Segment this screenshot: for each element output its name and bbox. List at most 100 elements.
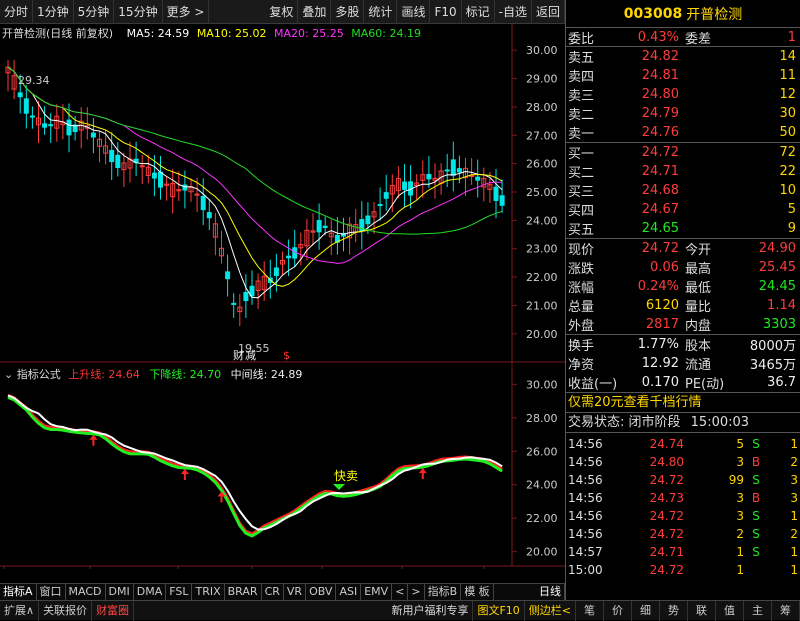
tick-row: 14:56 24.80 3 B 2 bbox=[566, 453, 800, 471]
candle-body bbox=[48, 124, 54, 127]
status-link[interactable]: 关联报价 bbox=[39, 600, 93, 621]
chart-tool-button[interactable]: 统计 bbox=[364, 0, 398, 24]
tick-price: 24.72 bbox=[649, 527, 684, 541]
tick-count: 1 bbox=[790, 545, 798, 559]
stat-value: 25.45 bbox=[758, 260, 796, 275]
kline-chart[interactable]: 30.00 29.00 28.00 27.00 26.00 25.00 24.00 23.00… bbox=[0, 24, 565, 583]
indicator-tab[interactable]: 指标B bbox=[425, 584, 462, 600]
indicator-tab[interactable]: 指标A bbox=[0, 584, 37, 600]
indicator-tab[interactable]: FSL bbox=[166, 584, 193, 600]
tick-price: 24.72 bbox=[649, 509, 684, 523]
ask-price: 24.82 bbox=[641, 49, 679, 64]
price-tick-label: 25.00 bbox=[526, 186, 558, 199]
tick-side: S bbox=[752, 545, 760, 559]
tick-volume: 3 bbox=[736, 509, 744, 523]
indicator-name[interactable]: 指标公式 bbox=[17, 368, 61, 381]
indicator-tab[interactable]: MACD bbox=[66, 584, 106, 600]
chart-tool-button[interactable]: 复权 bbox=[265, 0, 299, 24]
chart-tool-button[interactable]: 叠加 bbox=[298, 0, 332, 24]
indicator-tab[interactable]: 模 板 bbox=[461, 584, 494, 600]
indicator-tab[interactable]: CR bbox=[262, 584, 284, 600]
status-button[interactable]: 势 bbox=[660, 600, 688, 621]
ma20-label: MA20: 25.25 bbox=[274, 27, 344, 40]
chart-tool-button[interactable]: 多股 bbox=[331, 0, 365, 24]
candle-body bbox=[316, 219, 322, 233]
indicator-tab[interactable]: OBV bbox=[306, 584, 337, 600]
bid-volume: 9 bbox=[787, 221, 796, 236]
price-tick-label: 20.00 bbox=[526, 328, 558, 341]
ask-volume: 12 bbox=[779, 87, 796, 102]
tick-time: 14:56 bbox=[568, 491, 603, 505]
bid-label: 买一 bbox=[568, 147, 595, 162]
status-link[interactable]: 财富圈 bbox=[92, 600, 135, 621]
period-tab[interactable]: 5分钟 bbox=[74, 0, 115, 24]
candle-body bbox=[151, 172, 157, 179]
indicator-tab[interactable]: ASI bbox=[336, 584, 362, 600]
status-button[interactable]: 图文F10 bbox=[473, 600, 525, 621]
chart-title: 开普检测(日线 前复权) bbox=[2, 27, 114, 40]
chart-tool-button[interactable]: -自选 bbox=[495, 0, 532, 24]
period-tab[interactable]: 分时 bbox=[0, 0, 34, 24]
kline-chart-area[interactable]: 30.00 29.00 28.00 27.00 26.00 25.00 24.00 23.00… bbox=[0, 24, 565, 583]
period-tab[interactable]: 1分钟 bbox=[33, 0, 74, 24]
indicator-tab[interactable]: DMI bbox=[106, 584, 134, 600]
stock-name: 开普检测 bbox=[686, 6, 743, 23]
tick-time: 14:56 bbox=[568, 473, 603, 487]
fund-value: 8000万 bbox=[749, 339, 796, 354]
indicator-tab[interactable]: EMV bbox=[361, 584, 393, 600]
trade-state-label: 交易状态: 闭市阶段 bbox=[568, 415, 681, 430]
indicator-tab[interactable]: VR bbox=[284, 584, 307, 600]
candle-body bbox=[444, 169, 450, 172]
weibi-value: 0.43% bbox=[637, 29, 679, 45]
weibi-row: 委比 0.43% 委差 1 bbox=[566, 28, 800, 47]
status-button[interactable]: 新用户福利专享 bbox=[387, 600, 474, 621]
status-button[interactable]: 联 bbox=[688, 600, 716, 621]
period-tab[interactable]: 更多 > bbox=[163, 0, 210, 24]
bid-price: 24.65 bbox=[641, 221, 679, 236]
indicator-tab[interactable]: BRAR bbox=[225, 584, 262, 600]
tick-list[interactable]: 14:56 24.74 5 S 1 14:56 24.80 3 B 2 14:56 24.72 99 S 3… bbox=[566, 433, 800, 579]
status-button[interactable]: 价 bbox=[604, 600, 632, 621]
status-button[interactable]: 值 bbox=[716, 600, 744, 621]
price-tick-label: 21.00 bbox=[526, 299, 558, 312]
indicator-tab[interactable]: 窗口 bbox=[37, 584, 66, 600]
indicator-tab[interactable]: > bbox=[408, 584, 425, 600]
mid-line-label: 中间线: 24.89 bbox=[230, 368, 303, 381]
status-link[interactable]: 扩展∧ bbox=[0, 600, 40, 621]
tick-count: 1 bbox=[790, 563, 798, 577]
chart-tool-button[interactable]: 标记 bbox=[462, 0, 495, 24]
bid-label: 买五 bbox=[568, 223, 595, 238]
timeframe-label[interactable]: 日线 bbox=[536, 584, 565, 600]
indicator-tick-label: 22.00 bbox=[526, 512, 558, 525]
promo-link[interactable]: 仅需20元查看千档行情 bbox=[566, 393, 800, 413]
chart-tool-button[interactable]: 返回 bbox=[532, 0, 565, 24]
chart-tool-button[interactable]: 画线 bbox=[397, 0, 431, 24]
chart-tool-button[interactable]: F10 bbox=[430, 0, 462, 24]
candle-body bbox=[499, 195, 505, 206]
tick-price: 24.71 bbox=[649, 545, 684, 559]
status-button[interactable]: 侧边栏< bbox=[525, 600, 576, 621]
stat-row: 总量 6120 量比 1.14 bbox=[566, 296, 800, 315]
bid-book: 买一 24.72 72 买二 24.71 22 买三 24.68 10 买四 24.67 5 买五 24.… bbox=[566, 143, 800, 239]
period-tab[interactable]: 15分钟 bbox=[114, 0, 163, 24]
status-button[interactable]: 主 bbox=[744, 600, 772, 621]
chevron-down-icon[interactable]: ⌄ bbox=[4, 368, 13, 381]
status-button[interactable]: 筹 bbox=[772, 600, 800, 621]
indicator-tab[interactable]: TRIX bbox=[192, 584, 225, 600]
status-bar: 扩展∧ 关联报价 财富圈 新用户福利专享 图文F10 侧边栏< 笔价细势联值主筹 bbox=[0, 600, 800, 621]
indicator-tab[interactable]: < bbox=[392, 584, 409, 600]
candle-body bbox=[273, 267, 279, 276]
indicator-tab[interactable]: DMA bbox=[134, 584, 167, 600]
status-button[interactable]: 细 bbox=[632, 600, 660, 621]
status-button[interactable]: 笔 bbox=[576, 600, 604, 621]
stat-row: 外盘 2817 内盘 3303 bbox=[566, 315, 800, 334]
ask-volume: 11 bbox=[779, 68, 796, 83]
candle-body bbox=[450, 159, 456, 176]
indicator-tick-label: 30.00 bbox=[526, 378, 558, 391]
tick-volume: 1 bbox=[736, 545, 744, 559]
tick-price: 24.72 bbox=[649, 473, 684, 487]
candle-body bbox=[109, 150, 115, 163]
fund-value: 36.7 bbox=[767, 375, 796, 390]
candle-body bbox=[66, 119, 72, 136]
tick-volume: 99 bbox=[728, 473, 744, 487]
